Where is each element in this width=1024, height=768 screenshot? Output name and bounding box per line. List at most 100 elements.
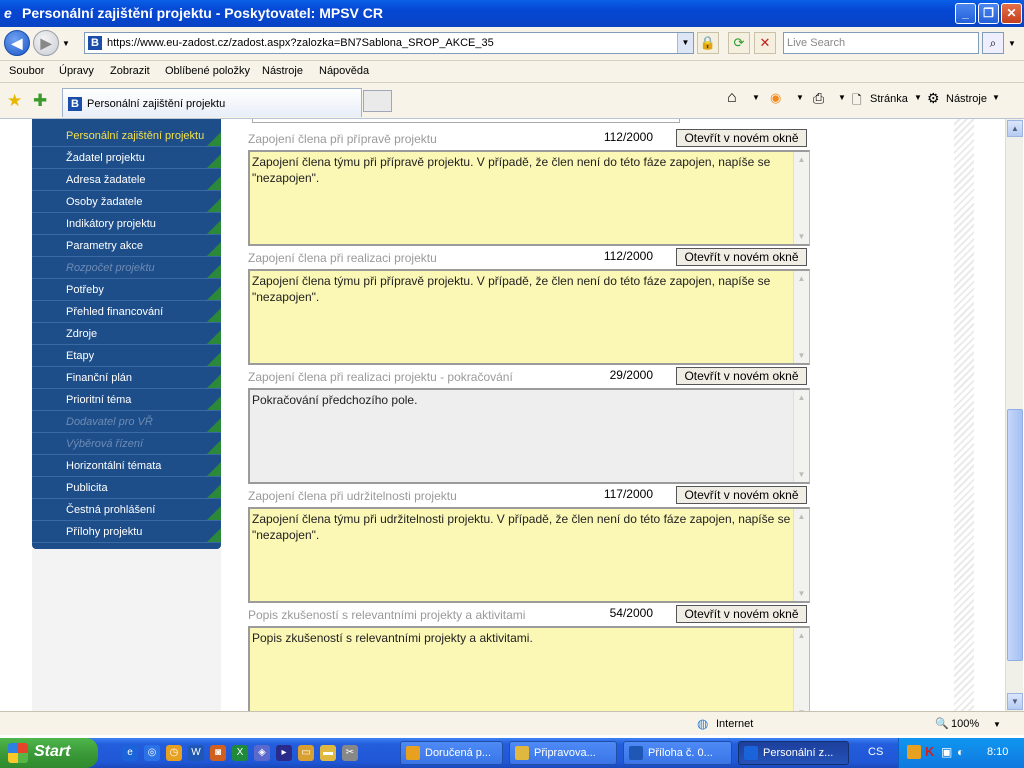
sidebar-item[interactable]: Indikátory projektu: [32, 213, 221, 235]
field-value[interactable]: Zapojení člena týmu při přípravě projekt…: [252, 273, 792, 305]
scroll-up-icon[interactable]: ▲: [1007, 120, 1023, 137]
language-indicator[interactable]: CS: [868, 746, 883, 758]
add-favorite-icon[interactable]: ✚: [33, 91, 47, 111]
search-input[interactable]: Live Search: [783, 32, 979, 54]
tools-menu[interactable]: Nástroje: [946, 93, 987, 105]
minimize-button[interactable]: _: [955, 3, 976, 24]
taskbar-task[interactable]: Doručená p...: [400, 741, 503, 765]
home-dropdown-icon[interactable]: ▼: [752, 93, 760, 102]
close-button[interactable]: ✕: [1001, 3, 1022, 24]
field-value[interactable]: Pokračování předchozího pole.: [252, 392, 792, 408]
tray-outlook-icon[interactable]: [907, 745, 921, 759]
quicklaunch-folder-icon[interactable]: ▬: [320, 745, 336, 761]
menu-edit[interactable]: Úpravy: [59, 65, 94, 77]
sidebar-item[interactable]: Parametry akce: [32, 235, 221, 257]
quicklaunch-media-icon[interactable]: ▸: [276, 745, 292, 761]
textarea-scrollbar[interactable]: ▲▼: [793, 628, 809, 711]
home-icon[interactable]: ⌂: [727, 89, 737, 107]
textarea-scroll-up-icon[interactable]: ▲: [794, 509, 809, 524]
field-textarea[interactable]: Zapojení člena týmu při přípravě projekt…: [248, 150, 810, 246]
back-button[interactable]: ◀: [4, 30, 30, 56]
taskbar-task[interactable]: Personální z...: [738, 741, 849, 765]
field-value[interactable]: Zapojení člena týmu při přípravě projekt…: [252, 154, 792, 186]
quicklaunch-access-icon[interactable]: ◙: [210, 745, 226, 761]
url-text[interactable]: https://www.eu-zadost.cz/zadost.aspx?zal…: [107, 37, 494, 49]
open-new-window-button[interactable]: Otevřít v novém okně: [676, 486, 807, 504]
sidebar-item[interactable]: Prioritní téma: [32, 389, 221, 411]
maximize-button[interactable]: ❐: [978, 3, 999, 24]
sidebar-item[interactable]: Personální zajištění projektu: [32, 125, 221, 147]
tray-antivirus-icon[interactable]: K: [925, 744, 934, 759]
quicklaunch-app-icon[interactable]: ◈: [254, 745, 270, 761]
textarea-scroll-up-icon[interactable]: ▲: [794, 390, 809, 405]
scroll-down-icon[interactable]: ▼: [1007, 693, 1023, 710]
sidebar-item[interactable]: Čestná prohlášení: [32, 499, 221, 521]
quicklaunch-outlook-icon[interactable]: ◷: [166, 745, 182, 761]
sidebar-item[interactable]: Horizontální témata: [32, 455, 221, 477]
new-tab-button[interactable]: [363, 90, 392, 112]
menu-tools[interactable]: Nástroje: [262, 65, 303, 77]
textarea-scroll-up-icon[interactable]: ▲: [794, 271, 809, 286]
open-new-window-button[interactable]: Otevřít v novém okně: [676, 605, 807, 623]
page-dropdown-icon[interactable]: ▼: [914, 93, 922, 102]
quicklaunch-misc-icon[interactable]: ✂: [342, 745, 358, 761]
textarea-scroll-down-icon[interactable]: ▼: [794, 348, 809, 363]
address-bar[interactable]: B https://www.eu-zadost.cz/zadost.aspx?z…: [84, 32, 694, 54]
textarea-scrollbar[interactable]: ▲▼: [793, 152, 809, 244]
sidebar-item[interactable]: Adresa žadatele: [32, 169, 221, 191]
textarea-scroll-down-icon[interactable]: ▼: [794, 229, 809, 244]
quicklaunch-browser-icon[interactable]: ◎: [144, 745, 160, 761]
sidebar-item[interactable]: Osoby žadatele: [32, 191, 221, 213]
stop-icon[interactable]: ✕: [754, 32, 776, 54]
feeds-dropdown-icon[interactable]: ▼: [796, 93, 804, 102]
field-textarea[interactable]: Popis zkušeností s relevantními projekty…: [248, 626, 810, 711]
sidebar-item[interactable]: Žadatel projektu: [32, 147, 221, 169]
start-button[interactable]: Start: [0, 738, 98, 768]
quicklaunch-desktop-icon[interactable]: ▭: [298, 745, 314, 761]
zoom-level[interactable]: 100%: [951, 718, 979, 730]
print-icon[interactable]: ⎙: [813, 90, 824, 107]
scrollbar-thumb[interactable]: [1007, 409, 1023, 661]
textarea-scrollbar[interactable]: ▲▼: [793, 271, 809, 363]
sidebar-item[interactable]: Publicita: [32, 477, 221, 499]
sidebar-item[interactable]: Přehled financování: [32, 301, 221, 323]
sidebar-item[interactable]: Zdroje: [32, 323, 221, 345]
taskbar-task[interactable]: Příloha č. 0...: [623, 741, 732, 765]
textarea-scrollbar[interactable]: ▲▼: [793, 390, 809, 482]
lock-icon[interactable]: 🔒: [697, 32, 719, 54]
search-options-icon[interactable]: ▼: [1008, 39, 1016, 48]
open-new-window-button[interactable]: Otevřít v novém okně: [676, 248, 807, 266]
field-value[interactable]: Zapojení člena týmu při udržitelnosti pr…: [252, 511, 792, 543]
sidebar-item[interactable]: Přílohy projektu: [32, 521, 221, 543]
favorites-star-icon[interactable]: ★: [7, 91, 22, 111]
menu-favorites[interactable]: Oblíbené položky: [165, 65, 250, 77]
sidebar-item[interactable]: Potřeby: [32, 279, 221, 301]
open-new-window-button[interactable]: Otevřít v novém okně: [676, 367, 807, 385]
field-value[interactable]: Popis zkušeností s relevantními projekty…: [252, 630, 792, 646]
taskbar-task[interactable]: Připravova...: [509, 741, 617, 765]
forward-button[interactable]: ▶: [33, 30, 59, 56]
tray-sound-icon[interactable]: ◐: [957, 745, 964, 759]
quicklaunch-excel-icon[interactable]: X: [232, 745, 248, 761]
zoom-dropdown-icon[interactable]: ▼: [993, 720, 1001, 729]
history-dropdown-icon[interactable]: ▼: [62, 39, 70, 48]
field-textarea[interactable]: Zapojení člena týmu při přípravě projekt…: [248, 269, 810, 365]
menu-view[interactable]: Zobrazit: [110, 65, 150, 77]
url-dropdown-icon[interactable]: ▼: [677, 33, 693, 53]
sidebar-item[interactable]: Finanční plán: [32, 367, 221, 389]
clock[interactable]: 8:10: [987, 746, 1008, 758]
search-icon[interactable]: ⌕: [982, 32, 1004, 54]
quicklaunch-word-icon[interactable]: W: [188, 745, 204, 761]
feeds-icon[interactable]: ◉: [770, 90, 781, 106]
menu-help[interactable]: Nápověda: [319, 65, 369, 77]
textarea-scroll-down-icon[interactable]: ▼: [794, 586, 809, 601]
textarea-scroll-down-icon[interactable]: ▼: [794, 467, 809, 482]
sidebar-item[interactable]: Etapy: [32, 345, 221, 367]
page-scrollbar[interactable]: ▲ ▼: [1005, 119, 1023, 711]
textarea-scrollbar[interactable]: ▲▼: [793, 509, 809, 601]
field-textarea[interactable]: Pokračování předchozího pole. ▲ ▼: [248, 388, 810, 484]
field-textarea[interactable]: Zapojení člena týmu při udržitelnosti pr…: [248, 507, 810, 603]
print-dropdown-icon[interactable]: ▼: [838, 93, 846, 102]
page-menu[interactable]: Stránka: [870, 93, 908, 105]
open-new-window-button[interactable]: Otevřít v novém okně: [676, 129, 807, 147]
